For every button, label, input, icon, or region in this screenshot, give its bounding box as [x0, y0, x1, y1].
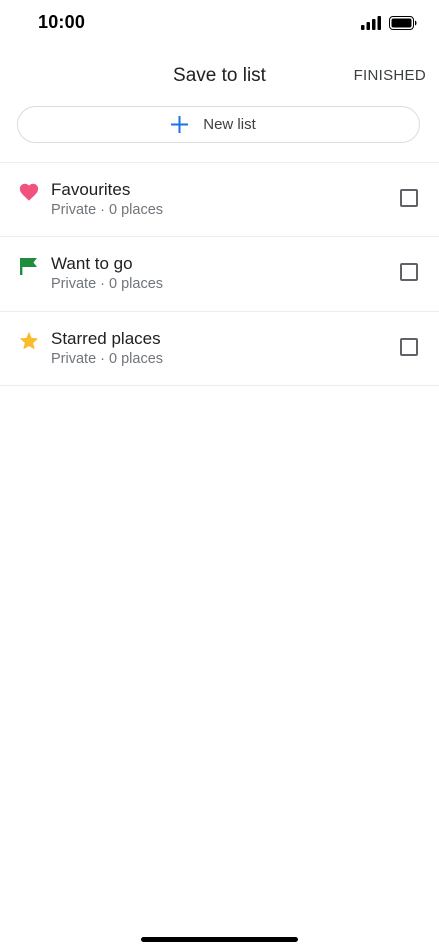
cellular-signal-icon [361, 16, 381, 30]
finished-button[interactable]: FINISHED [354, 67, 426, 84]
header: Save to list FINISHED [0, 56, 439, 96]
new-list-label: New list [203, 116, 256, 133]
list-item-title: Starred places [51, 329, 161, 348]
divider [0, 385, 439, 386]
list-item-title: Favourites [51, 180, 131, 199]
star-icon [19, 331, 39, 350]
status-time: 10:00 [38, 12, 86, 32]
list-item-want-to-go[interactable]: Want to go Private · 0 places [0, 237, 439, 311]
plus-icon [171, 116, 189, 133]
want-to-go-checkbox[interactable] [400, 263, 418, 281]
list-item-starred-places[interactable]: Starred places Private · 0 places [0, 312, 439, 386]
status-bar: 10:00 [0, 0, 439, 48]
home-indicator[interactable] [141, 937, 298, 942]
list-item-favourites[interactable]: Favourites Private · 0 places [0, 163, 439, 237]
new-list-button[interactable]: New list [17, 106, 420, 143]
list-item-title: Want to go [51, 254, 133, 273]
list-item-subtitle: Private · 0 places [51, 351, 164, 367]
favourites-checkbox[interactable] [400, 189, 418, 207]
flag-icon [20, 258, 37, 275]
starred-places-checkbox[interactable] [400, 338, 418, 356]
heart-icon [19, 183, 39, 201]
list-item-subtitle: Private · 0 places [51, 202, 164, 218]
list-item-subtitle: Private · 0 places [51, 276, 164, 292]
battery-full-icon [389, 16, 417, 30]
